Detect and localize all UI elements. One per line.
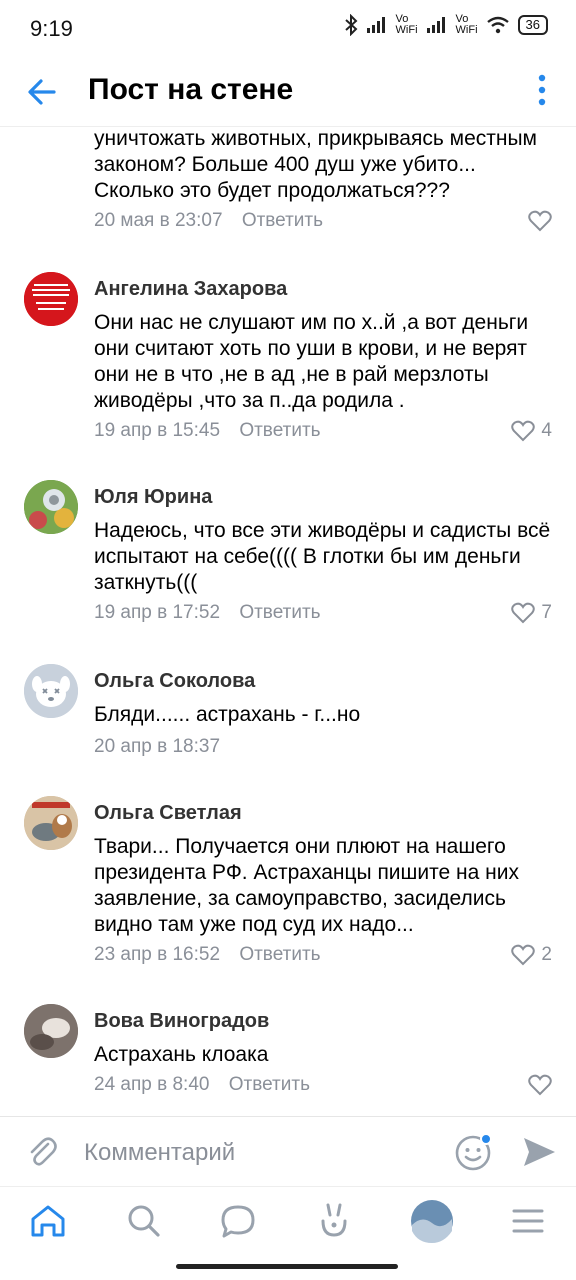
comment-date: 20 апр в 18:37 bbox=[94, 736, 221, 757]
avatar[interactable] bbox=[24, 1004, 78, 1058]
reply-button[interactable]: Ответить bbox=[242, 210, 323, 231]
comment-date: 19 апр в 15:45 bbox=[94, 420, 221, 441]
comment-meta: 24 апр в 8:40 Ответить bbox=[94, 1074, 310, 1096]
comment-text: Твари... Получается они плюют на нашего … bbox=[94, 835, 519, 936]
messages-icon[interactable] bbox=[218, 1201, 258, 1241]
emoji-icon[interactable] bbox=[454, 1132, 494, 1172]
app-header: Пост на стене bbox=[0, 56, 576, 127]
heart-icon bbox=[511, 944, 536, 966]
like-button[interactable]: 2 bbox=[511, 944, 552, 966]
avatar-image bbox=[24, 1004, 78, 1058]
battery-icon: 36 bbox=[517, 15, 548, 35]
signal-icon bbox=[426, 17, 445, 33]
avatar[interactable] bbox=[24, 796, 78, 850]
comment-author[interactable]: Вова Виноградов bbox=[94, 1010, 269, 1033]
avatar[interactable] bbox=[24, 272, 78, 326]
comment-date: 20 мая в 23:07 bbox=[94, 210, 223, 231]
comment-meta: 19 апр в 15:45 Ответить bbox=[94, 420, 321, 442]
avatar[interactable] bbox=[24, 664, 78, 718]
like-count: 4 bbox=[541, 420, 552, 441]
avatar-image bbox=[24, 796, 78, 850]
reply-button[interactable]: Ответить bbox=[239, 420, 320, 441]
clips-icon[interactable] bbox=[314, 1201, 354, 1241]
comment-author[interactable]: Ольга Соколова bbox=[94, 670, 255, 693]
menu-icon[interactable] bbox=[508, 1201, 548, 1241]
status-bar: 9:19 Vo WiFi Vo WiFi 36 bbox=[0, 0, 576, 56]
heart-icon bbox=[528, 210, 552, 232]
comment-feed[interactable]: уничтожать животных, прикрываясь местным… bbox=[0, 126, 576, 1116]
reply-button[interactable]: Ответить bbox=[239, 602, 320, 623]
comment-meta: 20 апр в 18:37 bbox=[94, 736, 220, 758]
send-icon[interactable] bbox=[520, 1133, 558, 1171]
comment-author[interactable]: Ольга Светлая bbox=[94, 802, 242, 825]
bluetooth-icon bbox=[344, 14, 357, 36]
heart-icon bbox=[511, 602, 536, 624]
heart-icon bbox=[528, 1074, 552, 1096]
like-button[interactable] bbox=[528, 1074, 552, 1096]
heart-icon bbox=[511, 420, 536, 442]
comment-author[interactable]: Юля Юрина bbox=[94, 486, 212, 509]
comment-meta: 19 апр в 17:52 Ответить bbox=[94, 602, 321, 624]
paperclip-icon[interactable] bbox=[24, 1134, 60, 1170]
like-count: 7 bbox=[541, 602, 552, 623]
home-indicator[interactable] bbox=[176, 1264, 398, 1269]
comment-meta: 23 апр в 16:52 Ответить bbox=[94, 944, 321, 966]
search-icon[interactable] bbox=[124, 1201, 164, 1241]
status-icons: Vo WiFi Vo WiFi 36 bbox=[344, 14, 548, 36]
vowifi-label: Vo WiFi bbox=[395, 13, 418, 36]
comment-composer bbox=[0, 1116, 576, 1187]
home-icon[interactable] bbox=[28, 1201, 68, 1241]
comment-date: 23 апр в 16:52 bbox=[94, 944, 221, 965]
deactivated-dog-icon bbox=[24, 664, 78, 718]
profile-avatar-icon[interactable] bbox=[410, 1199, 454, 1243]
comment-input[interactable] bbox=[84, 1137, 424, 1169]
reply-button[interactable]: Ответить bbox=[229, 1074, 310, 1095]
comment-text: Они нас не слушают им по х..й ,а вот ден… bbox=[94, 311, 529, 412]
wifi-icon bbox=[486, 16, 509, 34]
page-title: Пост на стене bbox=[88, 73, 294, 106]
comment-date: 19 апр в 17:52 bbox=[94, 602, 221, 623]
vowifi-label: Vo WiFi bbox=[455, 13, 478, 36]
back-arrow-icon[interactable] bbox=[24, 74, 60, 110]
status-time: 9:19 bbox=[30, 16, 73, 41]
comment-text: Надеюсь, что все эти живодёры и садисты … bbox=[94, 519, 551, 594]
like-button[interactable]: 7 bbox=[511, 602, 552, 624]
comment-text: уничтожать животных, прикрываясь местным… bbox=[94, 127, 537, 202]
bottom-tab-bar bbox=[0, 1186, 576, 1259]
avatar-image bbox=[24, 480, 78, 534]
comment-author[interactable]: Ангелина Захарова bbox=[94, 278, 287, 301]
reply-button[interactable]: Ответить bbox=[239, 944, 320, 965]
avatar[interactable] bbox=[24, 480, 78, 534]
avatar-image bbox=[24, 272, 78, 326]
comment-date: 24 апр в 8:40 bbox=[94, 1074, 210, 1095]
comment-text: Астрахань клоака bbox=[94, 1043, 269, 1066]
comment-meta: 20 мая в 23:07 Ответить bbox=[94, 210, 323, 232]
like-button[interactable] bbox=[528, 210, 552, 232]
comment-text: Бляди...... астрахань - г...но bbox=[94, 703, 361, 726]
more-vertical-icon[interactable] bbox=[536, 72, 548, 108]
like-count: 2 bbox=[541, 944, 552, 965]
signal-icon bbox=[366, 17, 385, 33]
like-button[interactable]: 4 bbox=[511, 420, 552, 442]
